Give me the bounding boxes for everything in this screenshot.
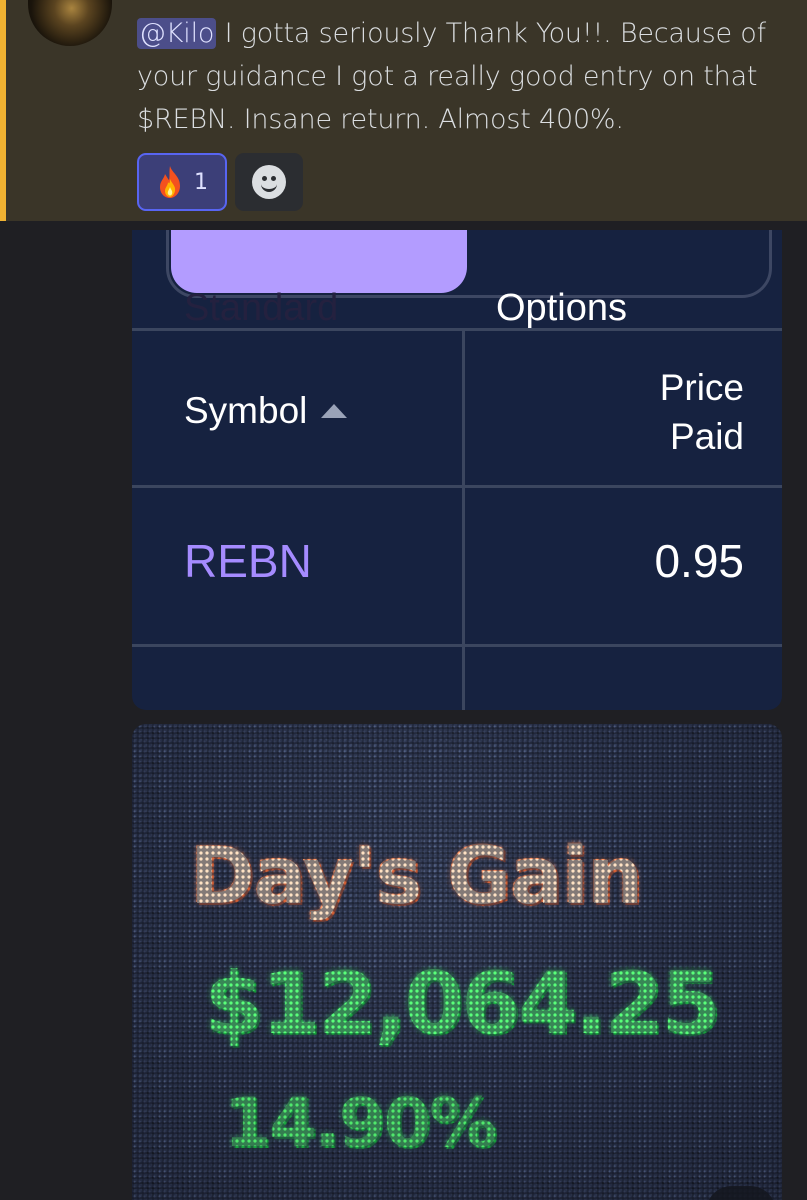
price-paid-cell: 0.95 [654,535,744,587]
add-reaction-button[interactable] [235,153,303,211]
discord-chat-view: @Kilo I gotta seriously Thank You!!. Bec… [0,0,807,1200]
price-header-line-2: Paid [669,416,744,457]
reaction-count: 1 [194,169,208,195]
tab-standard[interactable] [171,230,467,293]
tab-options[interactable]: Options [496,288,627,328]
sort-ascending-icon [321,404,348,418]
message-content: @Kilo I gotta seriously Thank You!!. Bec… [137,12,807,141]
fire-reaction-button[interactable]: 1 [137,153,227,211]
user-mention[interactable]: @Kilo [137,18,217,49]
divider [132,485,782,488]
days-gain-percent: 14.90% [224,1084,497,1163]
message-line-3: $REBN. Insane return. Almost 400%. [137,104,624,135]
divider [132,328,782,331]
attachment-table-screenshot[interactable]: Standard Options Symbol Price Paid REBN … [132,230,782,710]
days-gain-label: Day's Gain [190,832,643,922]
message-text-1: I gotta seriously Thank You!!. Because o… [216,18,767,49]
message-line-1: @Kilo I gotta seriously Thank You!!. Bec… [137,12,807,55]
column-header-symbol[interactable]: Symbol [184,390,348,432]
attachment-photo-days-gain[interactable]: Day's Gain $12,064.25 14.90% [132,724,782,1200]
column-header-symbol-label: Symbol [184,390,308,431]
reactions-bar: 1 [137,153,303,211]
divider [132,644,782,647]
fire-emoji-icon [160,166,180,198]
user-avatar[interactable] [28,0,112,46]
add-reaction-smiley-icon [252,165,286,199]
days-gain-value: $12,064.25 [204,954,721,1054]
column-divider [462,330,465,710]
tab-standard-label: Standard [184,287,339,329]
message-line-2: your guidance I got a really good entry … [137,61,758,92]
column-header-price-paid[interactable]: Price Paid [564,363,744,461]
symbol-cell-link[interactable]: REBN [184,534,312,588]
price-header-line-1: Price [659,367,744,408]
highlighted-message: @Kilo I gotta seriously Thank You!!. Bec… [0,0,807,221]
